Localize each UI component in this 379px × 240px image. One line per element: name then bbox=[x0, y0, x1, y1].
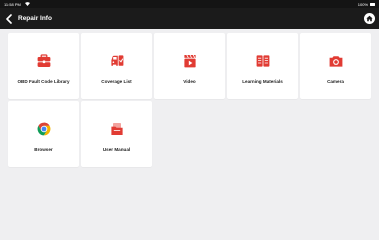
tile-label: Learning Materials bbox=[242, 78, 283, 84]
video-clapper-icon bbox=[183, 54, 196, 67]
home-button[interactable] bbox=[364, 13, 375, 24]
tile-label: Camera bbox=[327, 78, 344, 84]
tile-learning-materials[interactable]: Learning Materials bbox=[227, 33, 298, 99]
chrome-icon bbox=[37, 122, 50, 135]
tile-label: User Manual bbox=[102, 146, 131, 152]
status-time: 11:58 PM bbox=[4, 1, 21, 7]
tile-label: Coverage List bbox=[101, 78, 132, 84]
tile-obd-fault-code-library[interactable]: OBD Fault Code Library bbox=[8, 33, 79, 99]
back-button[interactable] bbox=[0, 8, 18, 29]
tile-coverage-list[interactable]: Coverage List bbox=[81, 33, 152, 99]
battery-percent: 100% bbox=[357, 1, 368, 7]
tile-user-manual[interactable]: User Manual bbox=[81, 101, 152, 167]
status-bar: 11:58 PM 100% bbox=[0, 0, 379, 8]
battery-icon bbox=[370, 2, 375, 6]
wifi-icon bbox=[24, 2, 30, 6]
page-title: Repair Info bbox=[18, 15, 52, 22]
car-coverage-icon bbox=[110, 54, 123, 66]
camera-icon bbox=[329, 55, 342, 67]
home-icon bbox=[366, 15, 373, 22]
tile-browser[interactable]: Browser bbox=[8, 101, 79, 167]
tile-label: Browser bbox=[34, 146, 53, 152]
tile-label: OBD Fault Code Library bbox=[17, 78, 70, 84]
toolbox-icon bbox=[37, 53, 50, 67]
tile-video[interactable]: Video bbox=[154, 33, 225, 99]
header-bar: Repair Info bbox=[0, 8, 379, 29]
open-book-icon bbox=[256, 54, 269, 67]
manual-folder-icon bbox=[110, 122, 123, 135]
repair-info-grid: OBD Fault Code Library Coverage List Vid… bbox=[8, 33, 371, 167]
tile-camera[interactable]: Camera bbox=[300, 33, 371, 99]
tile-label: Video bbox=[183, 78, 196, 84]
chevron-left-icon bbox=[6, 13, 12, 24]
